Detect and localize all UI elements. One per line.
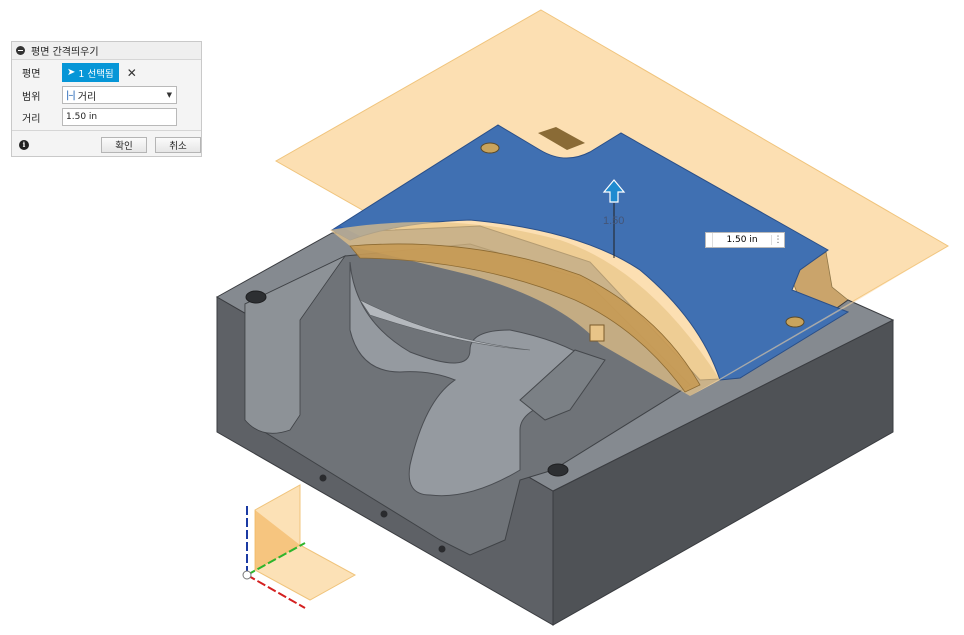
distance-row: 거리 1.50 in [12,108,201,126]
dimension-text: 1.50 [603,215,624,227]
hole-face-right [785,316,805,328]
face-row: 평면 ➤ 1 선택됨 ✕ [12,63,201,82]
ok-button[interactable]: 확인 [101,136,147,153]
distance-label: 거리 [22,113,41,125]
selection-count: 1 선택됨 [78,68,114,80]
cursor-icon: ➤ [67,67,76,78]
extent-dropdown[interactable]: |–| 거리 ▼ [62,86,177,104]
dialog-header[interactable]: 평면 간격띄우기 [12,42,201,60]
cancel-button[interactable]: 취소 [155,136,201,153]
extent-value: 거리 [77,91,97,103]
extent-row: 범위 |–| 거리 ▼ [12,86,201,104]
side-hole-1 [319,474,327,482]
viewport-distance-value[interactable]: 1.50 in [713,235,771,245]
dialog-footer: i 확인 취소 [12,130,201,158]
hole-face-back [480,142,500,154]
small-post [589,324,605,342]
triad-origin-icon[interactable] [242,570,252,580]
dialog-title: 평면 간격띄우기 [31,47,99,58]
distance-extent-icon: |–| [66,89,76,101]
more-options-icon[interactable]: ⋮ [771,235,784,245]
collapse-icon[interactable] [16,46,25,55]
grip-handle-icon[interactable] [706,233,713,247]
face-label: 평면 [22,69,41,80]
side-hole-3 [438,545,446,553]
hole-front-corner [547,463,569,477]
info-icon[interactable]: i [19,139,29,150]
clear-selection-icon[interactable]: ✕ [127,66,137,80]
side-hole-2 [380,510,388,518]
distance-input[interactable]: 1.50 in [62,108,177,126]
face-selection-button[interactable]: ➤ 1 선택됨 [62,63,119,82]
offset-plane-dialog: 평면 간격띄우기 평면 ➤ 1 선택됨 ✕ 범위 |–| 거리 ▼ 거리 1.5… [11,41,202,157]
chevron-down-icon: ▼ [166,91,172,99]
extent-label: 범위 [22,91,41,103]
hole-left-corner [245,290,267,304]
viewport-distance-box[interactable]: 1.50 in ⋮ [705,232,785,248]
